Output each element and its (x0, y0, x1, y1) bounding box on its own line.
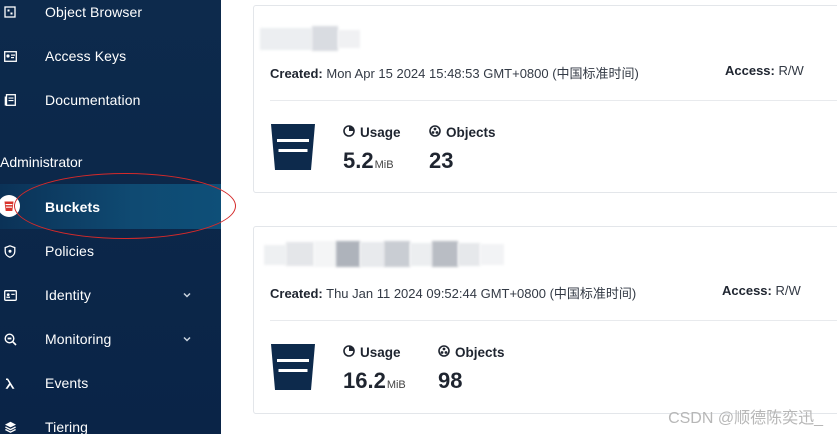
sidebar-item-identity[interactable]: Identity (0, 278, 221, 312)
sidebar-item-label: Documentation (45, 92, 141, 108)
object-browser-icon (2, 4, 18, 20)
sidebar: Object Browser Access Keys Documentation… (0, 0, 236, 434)
shield-icon (2, 243, 18, 259)
access-row: Access: R/W (722, 283, 801, 298)
access-value: R/W (778, 63, 804, 78)
divider (270, 320, 837, 321)
sidebar-item-label: Monitoring (45, 331, 112, 347)
created-value: Mon Apr 15 2024 15:48:53 GMT+0800 (中国标准时… (326, 66, 639, 81)
pie-chart-icon (343, 125, 355, 140)
objects-icon (429, 125, 441, 140)
watermark: CSDN @顺德陈奕迅_ (668, 410, 823, 427)
chevron-down-icon[interactable] (180, 288, 194, 302)
sidebar-item-label: Policies (45, 243, 95, 259)
chevron-down-icon[interactable] (180, 332, 194, 346)
created-label: Created: (270, 286, 323, 301)
sidebar-item-label: Access Keys (45, 48, 127, 64)
bucket-icon (270, 343, 316, 390)
objects-value: 23 (429, 148, 454, 173)
lambda-icon (2, 375, 18, 391)
divider (270, 100, 837, 101)
bucket-card[interactable]: Created: Thu Jan 11 2024 09:52:44 GMT+08… (253, 226, 837, 414)
usage-value: 5.2MiB (343, 148, 394, 173)
identity-icon (2, 287, 18, 303)
usage-label: Usage (343, 125, 401, 140)
objects-value: 98 (438, 368, 463, 393)
sidebar-item-tiering[interactable]: Tiering (0, 410, 221, 434)
created-value: Thu Jan 11 2024 09:52:44 GMT+0800 (中国标准时… (326, 286, 637, 301)
sidebar-item-label: Identity (45, 287, 91, 303)
usage-unit: MiB (374, 159, 394, 171)
bucket-name-redacted[interactable] (260, 26, 370, 52)
sidebar-item-label: Tiering (45, 419, 88, 434)
layers-icon (2, 419, 18, 434)
sidebar-item-access-keys[interactable]: Access Keys (0, 39, 221, 73)
objects-label: Objects (438, 345, 505, 360)
access-row: Access: R/W (725, 63, 804, 78)
access-label: Access: (722, 283, 772, 298)
access-keys-icon (2, 48, 18, 64)
sidebar-item-label: Buckets (45, 198, 101, 215)
sidebar-item-documentation[interactable]: Documentation (0, 83, 221, 117)
usage-unit: MiB (386, 379, 406, 391)
bucket-icon (0, 195, 20, 217)
sidebar-item-object-browser[interactable]: Object Browser (0, 0, 221, 29)
monitoring-icon (2, 331, 18, 347)
app-root: Object Browser Access Keys Documentation… (0, 0, 837, 434)
created-label: Created: (270, 66, 323, 81)
sidebar-item-events[interactable]: Events (0, 366, 221, 400)
bucket-card[interactable]: Created: Mon Apr 15 2024 15:48:53 GMT+08… (253, 5, 837, 193)
bucket-name-redacted[interactable] (260, 241, 520, 267)
sidebar-item-policies[interactable]: Policies (0, 234, 221, 268)
created-row: Created: Thu Jan 11 2024 09:52:44 GMT+08… (270, 283, 636, 302)
sidebar-item-label: Object Browser (45, 4, 143, 20)
objects-label: Objects (429, 125, 496, 140)
sidebar-item-monitoring[interactable]: Monitoring (0, 322, 221, 356)
documentation-icon (2, 92, 18, 108)
section-header-administrator: Administrator (0, 154, 83, 170)
sidebar-item-buckets[interactable]: Buckets (0, 184, 221, 229)
usage-value: 16.2MiB (343, 368, 406, 393)
access-label: Access: (725, 63, 775, 78)
pie-chart-icon (343, 345, 355, 360)
access-value: R/W (775, 283, 801, 298)
bucket-icon (270, 123, 316, 170)
created-row: Created: Mon Apr 15 2024 15:48:53 GMT+08… (270, 63, 639, 82)
usage-label: Usage (343, 345, 401, 360)
objects-icon (438, 345, 450, 360)
sidebar-item-label: Events (45, 375, 89, 391)
